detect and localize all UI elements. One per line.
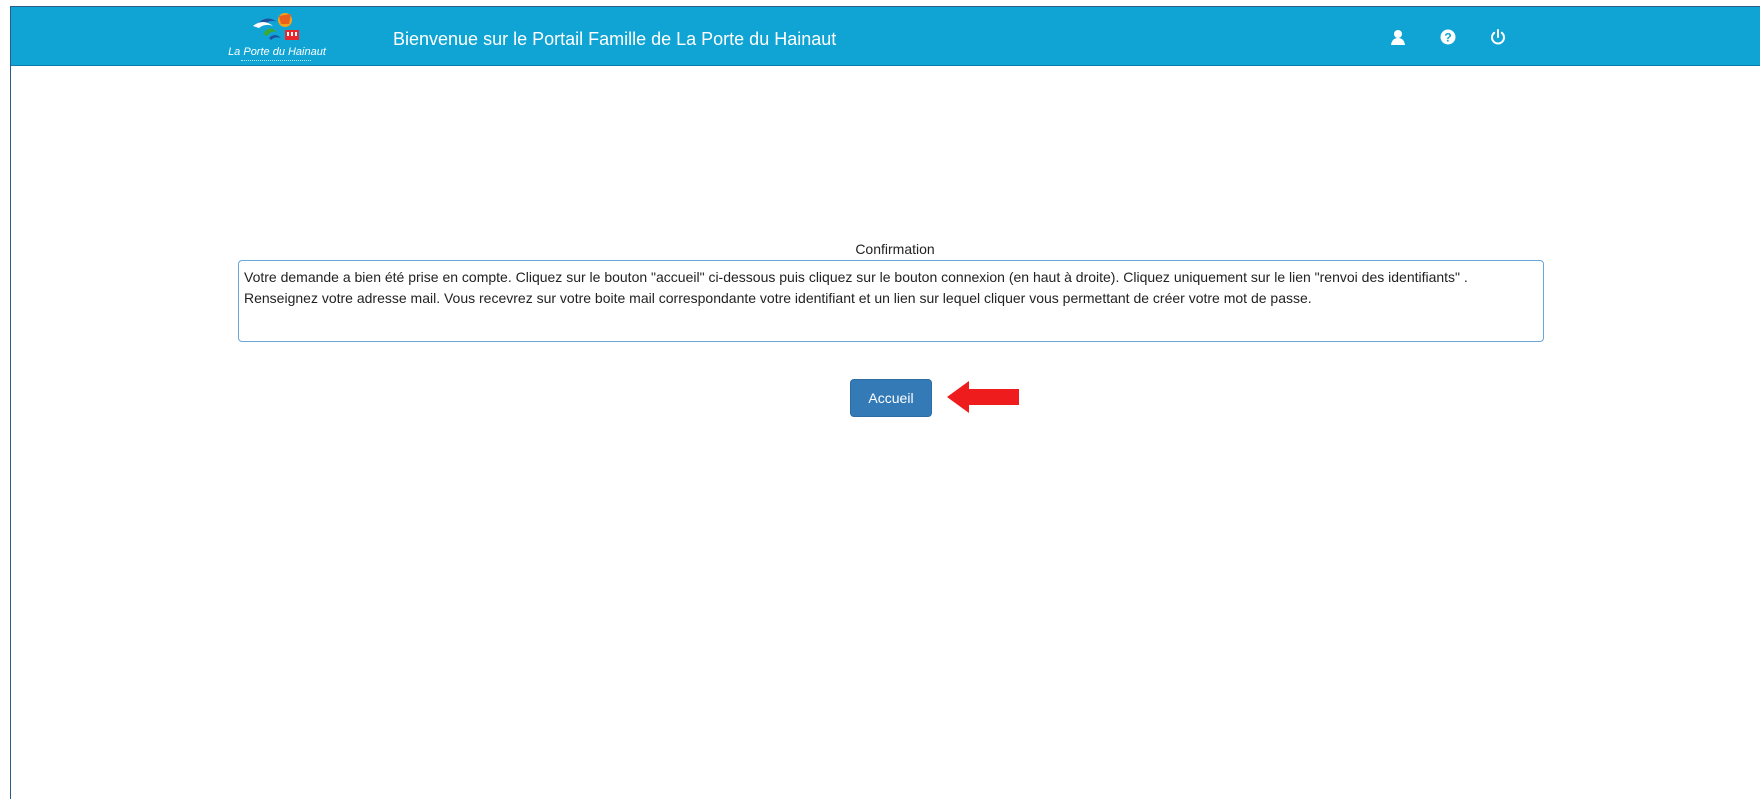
red-arrow-left-icon	[947, 381, 1019, 413]
site-logo[interactable]: La Porte du Hainaut	[219, 10, 335, 64]
logo-graphic	[253, 13, 299, 40]
accueil-button[interactable]: Accueil	[850, 379, 932, 417]
confirmation-message: Votre demande a bien été prise en compte…	[238, 260, 1544, 342]
confirmation-title: Confirmation	[855, 241, 935, 257]
logo-text: La Porte du Hainaut	[228, 46, 326, 58]
main-content: Confirmation Votre demande a bien été pr…	[11, 66, 1760, 800]
help-icon[interactable]: ?	[1439, 28, 1457, 46]
svg-text:?: ?	[1444, 31, 1451, 45]
user-icon[interactable]	[1389, 28, 1407, 46]
page-title: Bienvenue sur le Portail Famille de La P…	[393, 29, 837, 49]
logo-tagline-decoration	[241, 60, 311, 63]
page-frame: La Porte du Hainaut Bienvenue sur le Por…	[10, 6, 1760, 799]
power-icon[interactable]	[1489, 28, 1507, 46]
top-header-bar: La Porte du Hainaut Bienvenue sur le Por…	[11, 7, 1760, 66]
